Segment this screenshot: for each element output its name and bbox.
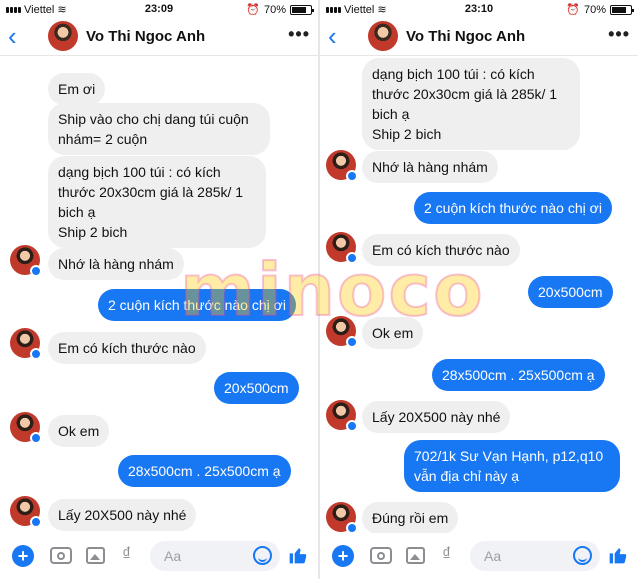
- conversation-header: ‹ Vo Thi Ngoc Anh •••: [320, 18, 638, 56]
- dong-icon[interactable]: ₫: [442, 544, 451, 565]
- more-icon[interactable]: •••: [288, 24, 310, 45]
- status-bar: Viettel ≋ 23:09 ⏰ 70%: [0, 0, 318, 18]
- contact-avatar[interactable]: [10, 412, 42, 444]
- contact-name[interactable]: Vo Thi Ngoc Anh: [406, 28, 525, 45]
- plus-icon[interactable]: +: [12, 545, 34, 567]
- image-icon[interactable]: [406, 547, 425, 564]
- contact-avatar[interactable]: [326, 316, 358, 348]
- message-input-placeholder: Aa: [164, 548, 182, 564]
- message-bubble: Em ơi: [48, 73, 106, 105]
- more-icon[interactable]: •••: [608, 24, 630, 45]
- messenger-badge-icon: [30, 516, 42, 528]
- messenger-badge-icon: [30, 432, 42, 444]
- messenger-badge-icon: [346, 336, 358, 348]
- message-bubble: Ok em: [48, 415, 110, 447]
- dong-icon[interactable]: ₫: [122, 544, 131, 565]
- emoji-icon[interactable]: [253, 546, 272, 565]
- message-bubble: 28x500cm . 25x500cm ạ: [118, 455, 291, 487]
- contact-avatar[interactable]: [10, 328, 42, 360]
- message-bubble: Ok em: [362, 317, 424, 349]
- message-bubble: Lấy 20X500 này nhé: [48, 499, 197, 531]
- message-bubble: 702/1k Sư Vạn Hạnh, p12,q10 vẫn địa chỉ …: [404, 440, 620, 492]
- composer-bar: + ₫ Aa: [0, 533, 318, 579]
- message-input[interactable]: Aa: [150, 541, 280, 571]
- composer-bar: + ₫ Aa: [320, 533, 638, 579]
- chat-panel-left: Viettel ≋ 23:09 ⏰ 70% ‹ Vo Thi Ngoc Anh …: [0, 0, 318, 579]
- back-icon[interactable]: ‹: [8, 22, 17, 50]
- emoji-icon[interactable]: [573, 546, 592, 565]
- message-bubble: Nhớ là hàng nhám: [362, 151, 498, 183]
- message-bubble: 2 cuộn kích thước nào chị ơi: [414, 192, 612, 224]
- message-list[interactable]: dạng bịch 100 túi : có kích thước 20x30c…: [320, 56, 638, 533]
- battery-icon: [610, 4, 634, 15]
- conversation-header: ‹ Vo Thi Ngoc Anh •••: [0, 18, 318, 56]
- messenger-badge-icon: [30, 348, 42, 360]
- back-icon[interactable]: ‹: [328, 22, 337, 50]
- thumbs-up-icon[interactable]: [608, 545, 628, 565]
- chat-panel-right: Viettel ≋ 23:10 ⏰ 70% ‹ Vo Thi Ngoc Anh …: [320, 0, 638, 579]
- message-bubble: Em có kích thước nào: [48, 332, 206, 364]
- contact-avatar[interactable]: [326, 502, 358, 533]
- message-bubble: Em có kích thước nào: [362, 234, 520, 266]
- message-bubble: dạng bịch 100 túi : có kích thước 20x30c…: [48, 156, 266, 248]
- alarm-icon: ⏰: [246, 4, 260, 16]
- message-bubble: Lấy 20X500 này nhé: [362, 401, 511, 433]
- messenger-badge-icon: [30, 265, 42, 277]
- message-input[interactable]: Aa: [470, 541, 600, 571]
- message-bubble: 28x500cm . 25x500cm ạ: [432, 359, 605, 391]
- contact-avatar[interactable]: [10, 496, 42, 528]
- battery-percent: 70%: [583, 3, 606, 16]
- contact-avatar[interactable]: [326, 400, 358, 432]
- message-bubble: Nhớ là hàng nhám: [48, 248, 184, 280]
- message-bubble: dạng bịch 100 túi : có kích thước 20x30c…: [362, 58, 580, 150]
- image-icon[interactable]: [86, 547, 105, 564]
- messenger-badge-icon: [346, 522, 358, 533]
- camera-icon[interactable]: [50, 547, 72, 564]
- message-bubble: 2 cuộn kích thước nào chị ơi: [98, 289, 296, 321]
- messenger-badge-icon: [346, 170, 358, 182]
- contact-avatar[interactable]: [326, 150, 358, 182]
- message-input-placeholder: Aa: [484, 548, 502, 564]
- message-bubble: Ship vào cho chị dang túi cuộn nhám= 2 c…: [48, 103, 270, 155]
- camera-icon[interactable]: [370, 547, 392, 564]
- status-bar: Viettel ≋ 23:10 ⏰ 70%: [320, 0, 638, 18]
- message-bubble: 20x500cm: [528, 276, 613, 308]
- message-bubble: Đúng rồi em: [362, 502, 459, 533]
- battery-icon: [290, 4, 314, 15]
- thumbs-up-icon[interactable]: [288, 545, 308, 565]
- messenger-badge-icon: [346, 420, 358, 432]
- contact-avatar[interactable]: [10, 245, 42, 277]
- battery-percent: 70%: [263, 3, 286, 16]
- message-list[interactable]: Em ơi Ship vào cho chị dang túi cuộn nhá…: [0, 56, 318, 533]
- contact-name[interactable]: Vo Thi Ngoc Anh: [86, 28, 205, 45]
- message-bubble: 20x500cm: [214, 372, 299, 404]
- contact-avatar[interactable]: [48, 21, 78, 51]
- contact-avatar[interactable]: [368, 21, 398, 51]
- contact-avatar[interactable]: [326, 232, 358, 264]
- messenger-badge-icon: [346, 252, 358, 264]
- alarm-icon: ⏰: [566, 4, 580, 16]
- plus-icon[interactable]: +: [332, 545, 354, 567]
